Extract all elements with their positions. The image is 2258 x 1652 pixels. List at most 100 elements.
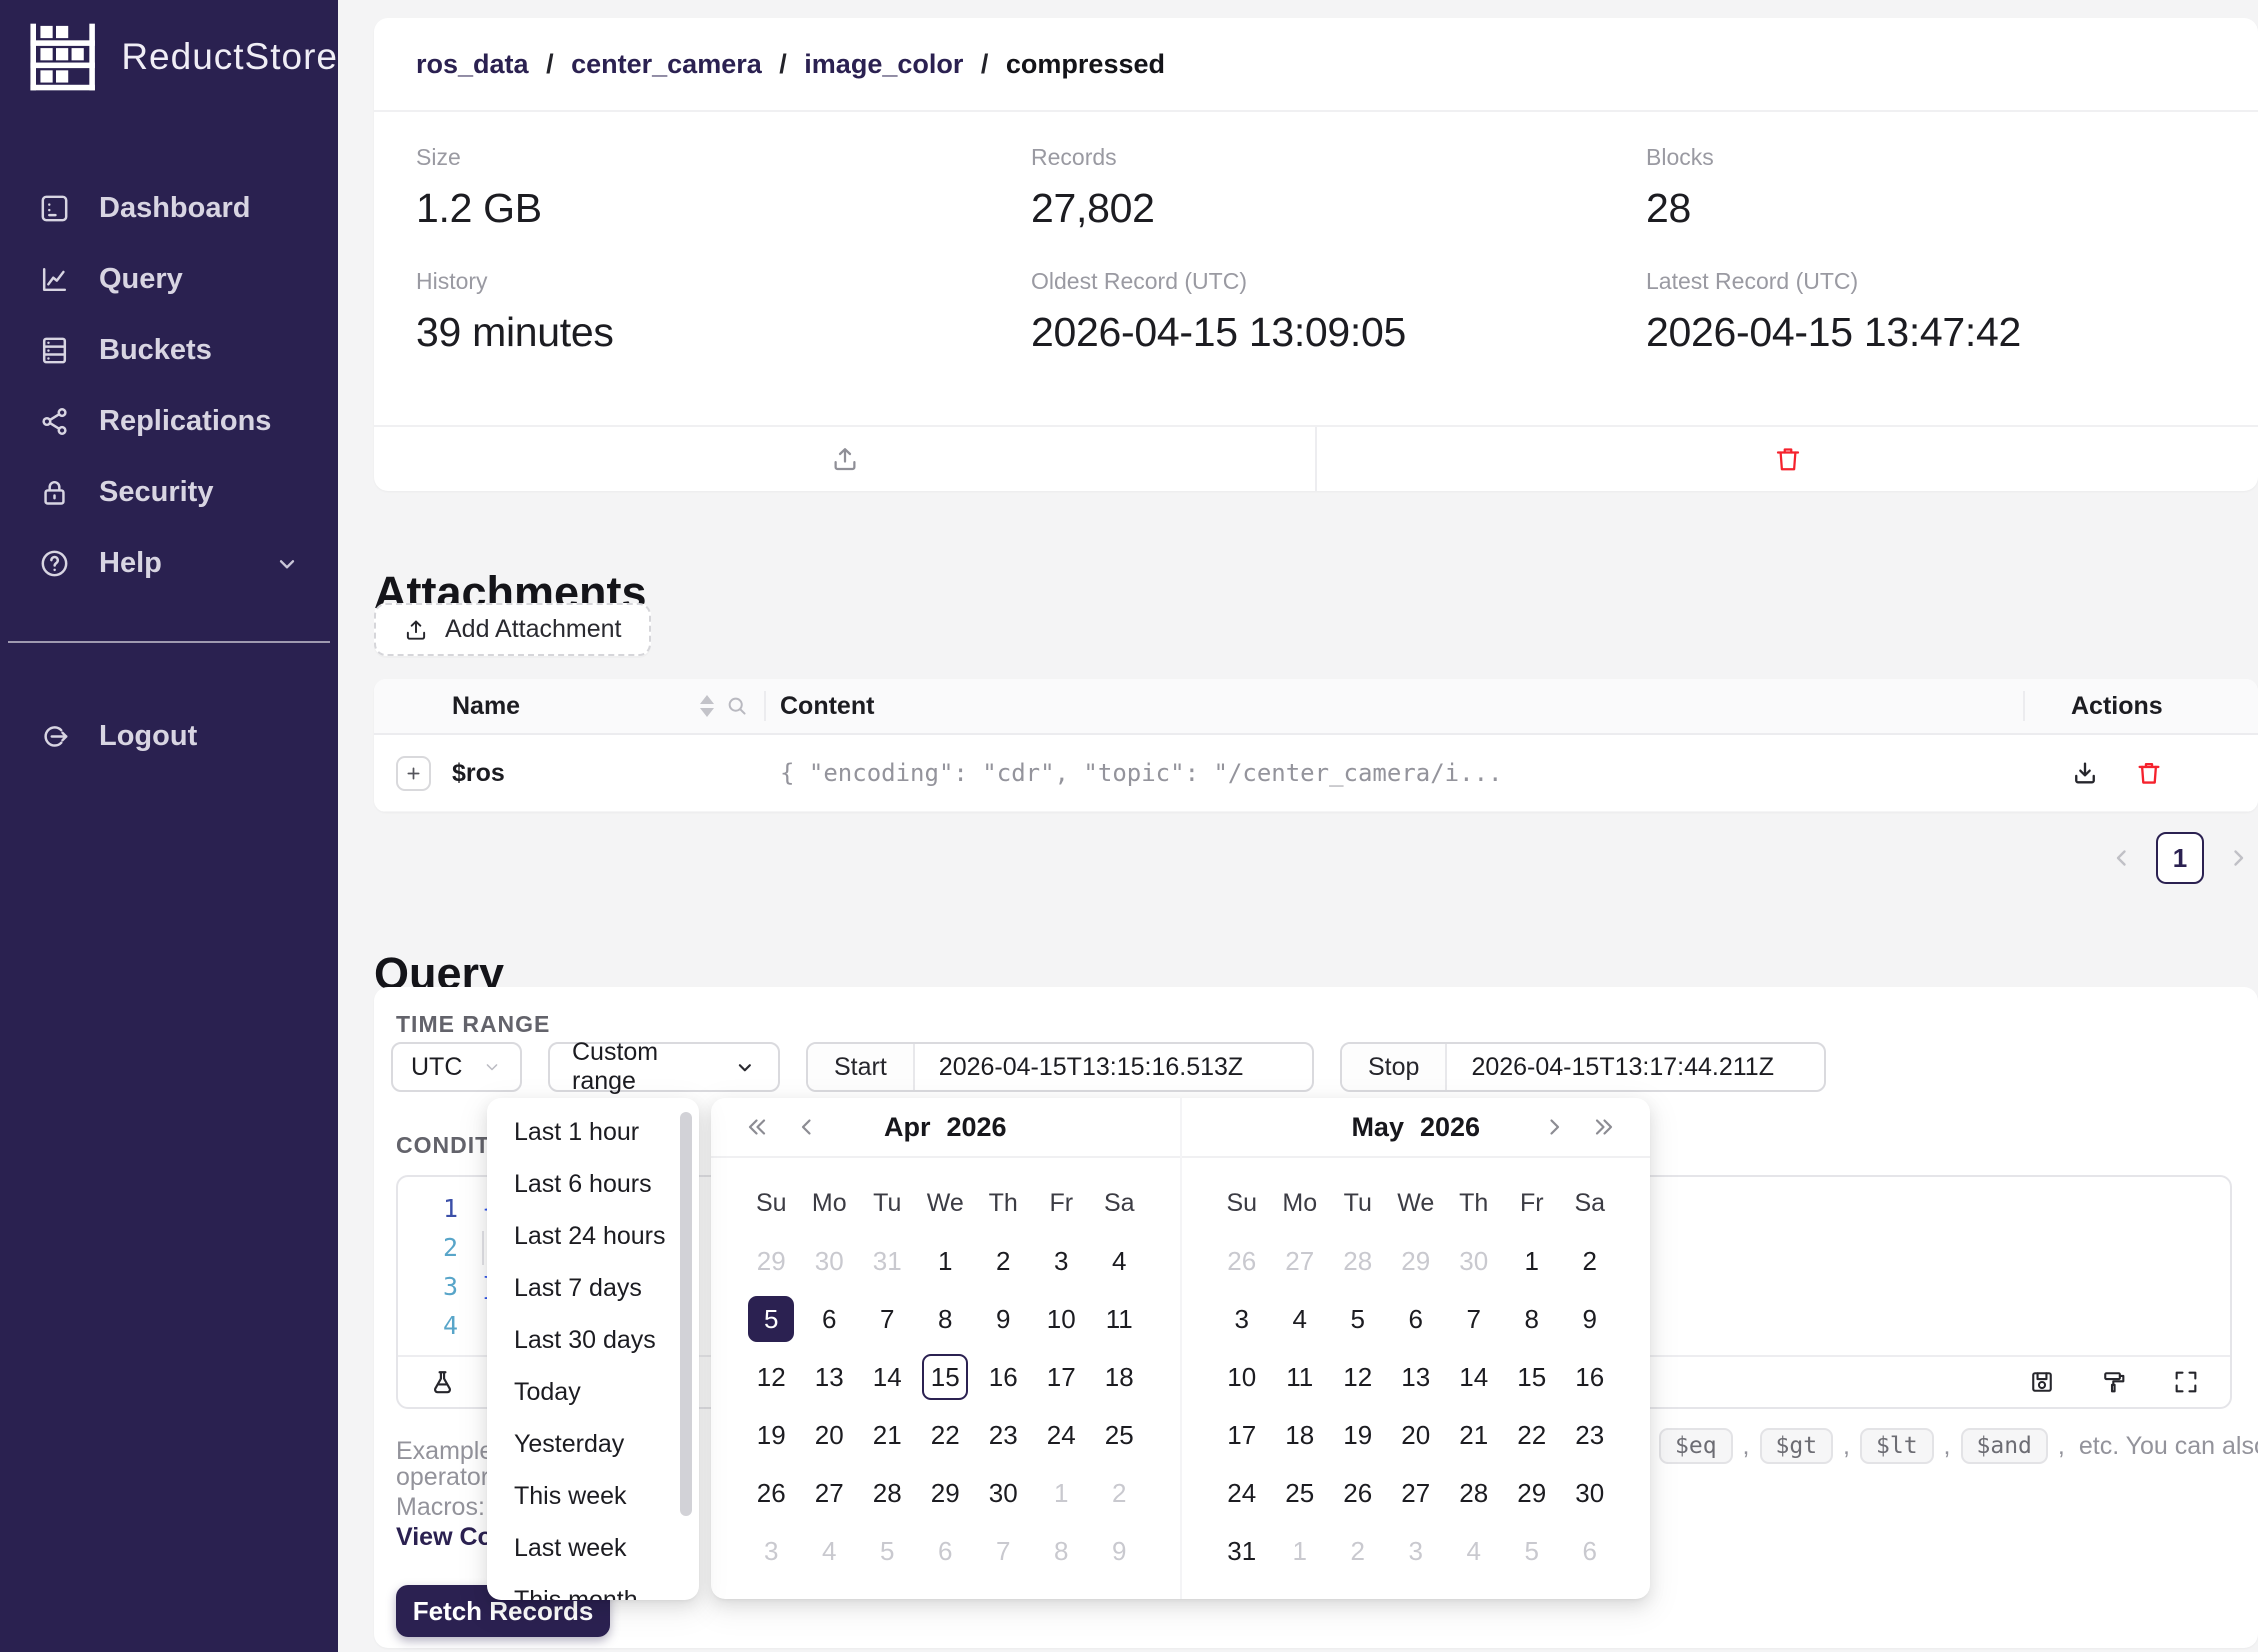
calendar-day[interactable]: 27 xyxy=(1393,1470,1439,1516)
menu-scrollbar[interactable] xyxy=(680,1112,692,1516)
calendar-day[interactable]: 5 xyxy=(1335,1296,1381,1342)
calendar-day[interactable]: 6 xyxy=(1567,1528,1613,1574)
calendar-day[interactable]: 15 xyxy=(1509,1354,1555,1400)
calendar-day[interactable]: 9 xyxy=(980,1296,1026,1342)
calendar-day[interactable]: 27 xyxy=(1277,1238,1323,1284)
calendar-day[interactable]: 3 xyxy=(1038,1238,1084,1284)
calendar-day[interactable]: 28 xyxy=(864,1470,910,1516)
calendar-day[interactable]: 11 xyxy=(1277,1354,1323,1400)
calendar-day[interactable]: 1 xyxy=(1509,1238,1555,1284)
download-attachment-button[interactable] xyxy=(2071,759,2099,787)
calendar-day[interactable]: 7 xyxy=(980,1528,1026,1574)
calendar-day[interactable]: 21 xyxy=(1451,1412,1497,1458)
next-month-icon[interactable] xyxy=(1542,1115,1566,1139)
calendar-day[interactable]: 29 xyxy=(748,1238,794,1284)
calendar-day[interactable]: 26 xyxy=(1335,1470,1381,1516)
calendar-day[interactable]: 23 xyxy=(1567,1412,1613,1458)
range-preset-select[interactable]: Custom range xyxy=(548,1042,780,1092)
calendar-day[interactable]: 4 xyxy=(1451,1528,1497,1574)
preset-option-last-30-days[interactable]: Last 30 days xyxy=(487,1314,699,1366)
calendar-day[interactable]: 17 xyxy=(1038,1354,1084,1400)
preset-option-today[interactable]: Today xyxy=(487,1366,699,1418)
stop-input[interactable]: 2026-04-15T13:17:44.211Z xyxy=(1447,1053,1798,1082)
calendar-day[interactable]: 1 xyxy=(1038,1470,1084,1516)
calendar-day[interactable]: 16 xyxy=(980,1354,1026,1400)
save-icon[interactable] xyxy=(2028,1368,2056,1396)
calendar-day[interactable]: 26 xyxy=(1219,1238,1265,1284)
prev-page-button[interactable] xyxy=(2110,846,2134,870)
calendar-day[interactable]: 18 xyxy=(1277,1412,1323,1458)
add-attachment-button[interactable]: Add Attachment xyxy=(374,603,651,656)
calendar-day[interactable]: 3 xyxy=(1219,1296,1265,1342)
month-label[interactable]: May xyxy=(1351,1112,1404,1143)
sort-control[interactable] xyxy=(700,695,714,717)
format-icon[interactable] xyxy=(2100,1368,2128,1396)
calendar-day-today[interactable]: 15 xyxy=(922,1354,968,1400)
calendar-day[interactable]: 14 xyxy=(1451,1354,1497,1400)
search-icon[interactable] xyxy=(724,693,750,719)
breadcrumb-bucket[interactable]: ros_data xyxy=(416,49,529,79)
sidebar-item-buckets[interactable]: Buckets xyxy=(0,315,338,386)
next-page-button[interactable] xyxy=(2226,846,2250,870)
calendar-day[interactable]: 6 xyxy=(1393,1296,1439,1342)
preset-option-last-6-hours[interactable]: Last 6 hours xyxy=(487,1158,699,1210)
calendar-day[interactable]: 19 xyxy=(1335,1412,1381,1458)
calendar-day[interactable]: 18 xyxy=(1096,1354,1142,1400)
calendar-day[interactable]: 28 xyxy=(1335,1238,1381,1284)
prev-month-icon[interactable] xyxy=(795,1115,819,1139)
calendar-day[interactable]: 4 xyxy=(1277,1296,1323,1342)
preset-option-last-1-hour[interactable]: Last 1 hour xyxy=(487,1106,699,1158)
calendar-day[interactable]: 10 xyxy=(1219,1354,1265,1400)
calendar-day[interactable]: 4 xyxy=(1096,1238,1142,1284)
calendar-day[interactable]: 20 xyxy=(1393,1412,1439,1458)
calendar-day[interactable]: 10 xyxy=(1038,1296,1084,1342)
calendar-day[interactable]: 27 xyxy=(806,1470,852,1516)
month-label[interactable]: Apr xyxy=(884,1112,931,1143)
calendar-day[interactable]: 5 xyxy=(864,1528,910,1574)
calendar-day[interactable]: 23 xyxy=(980,1412,1026,1458)
test-condition-icon[interactable] xyxy=(428,1368,457,1397)
calendar-day[interactable]: 30 xyxy=(980,1470,1026,1516)
calendar-day[interactable]: 2 xyxy=(1096,1470,1142,1516)
fullscreen-icon[interactable] xyxy=(2172,1368,2200,1396)
preset-option-yesterday[interactable]: Yesterday xyxy=(487,1418,699,1470)
sidebar-item-help[interactable]: Help xyxy=(0,528,338,599)
calendar-day[interactable]: 2 xyxy=(980,1238,1026,1284)
calendar-day[interactable]: 21 xyxy=(864,1412,910,1458)
calendar-day[interactable]: 31 xyxy=(1219,1528,1265,1574)
calendar-day[interactable]: 1 xyxy=(1277,1528,1323,1574)
calendar-day[interactable]: 29 xyxy=(1393,1238,1439,1284)
calendar-day[interactable]: 20 xyxy=(806,1412,852,1458)
preset-option-last-7-days[interactable]: Last 7 days xyxy=(487,1262,699,1314)
sidebar-item-dashboard[interactable]: Dashboard xyxy=(0,173,338,244)
calendar-day[interactable]: 7 xyxy=(1451,1296,1497,1342)
delete-entry-button[interactable] xyxy=(1315,427,2258,491)
calendar-day[interactable]: 6 xyxy=(806,1296,852,1342)
calendar-day[interactable]: 4 xyxy=(806,1528,852,1574)
calendar-day[interactable]: 9 xyxy=(1096,1528,1142,1574)
calendar-day[interactable]: 30 xyxy=(806,1238,852,1284)
preset-option-this-week[interactable]: This week xyxy=(487,1470,699,1522)
upload-record-button[interactable] xyxy=(374,427,1315,491)
calendar-day[interactable]: 29 xyxy=(1509,1470,1555,1516)
year-label[interactable]: 2026 xyxy=(1420,1112,1480,1143)
sidebar-item-replications[interactable]: Replications xyxy=(0,386,338,457)
calendar-day[interactable]: 22 xyxy=(922,1412,968,1458)
calendar-day[interactable]: 29 xyxy=(922,1470,968,1516)
calendar-day[interactable]: 25 xyxy=(1096,1412,1142,1458)
calendar-day[interactable]: 8 xyxy=(1038,1528,1084,1574)
calendar-day[interactable]: 2 xyxy=(1335,1528,1381,1574)
calendar-day[interactable]: 1 xyxy=(922,1238,968,1284)
preset-option-last-week[interactable]: Last week xyxy=(487,1522,699,1574)
timezone-select[interactable]: UTC xyxy=(391,1042,522,1092)
calendar-day[interactable]: 24 xyxy=(1219,1470,1265,1516)
preset-option-this-month[interactable]: This month xyxy=(487,1574,699,1600)
calendar-day[interactable]: 5 xyxy=(1509,1528,1555,1574)
calendar-day[interactable]: 28 xyxy=(1451,1470,1497,1516)
calendar-day[interactable]: 24 xyxy=(1038,1412,1084,1458)
page-number-button[interactable]: 1 xyxy=(2156,832,2204,884)
calendar-day[interactable]: 25 xyxy=(1277,1470,1323,1516)
calendar-day[interactable]: 22 xyxy=(1509,1412,1555,1458)
sidebar-item-query[interactable]: Query xyxy=(0,244,338,315)
sidebar-item-security[interactable]: Security xyxy=(0,457,338,528)
